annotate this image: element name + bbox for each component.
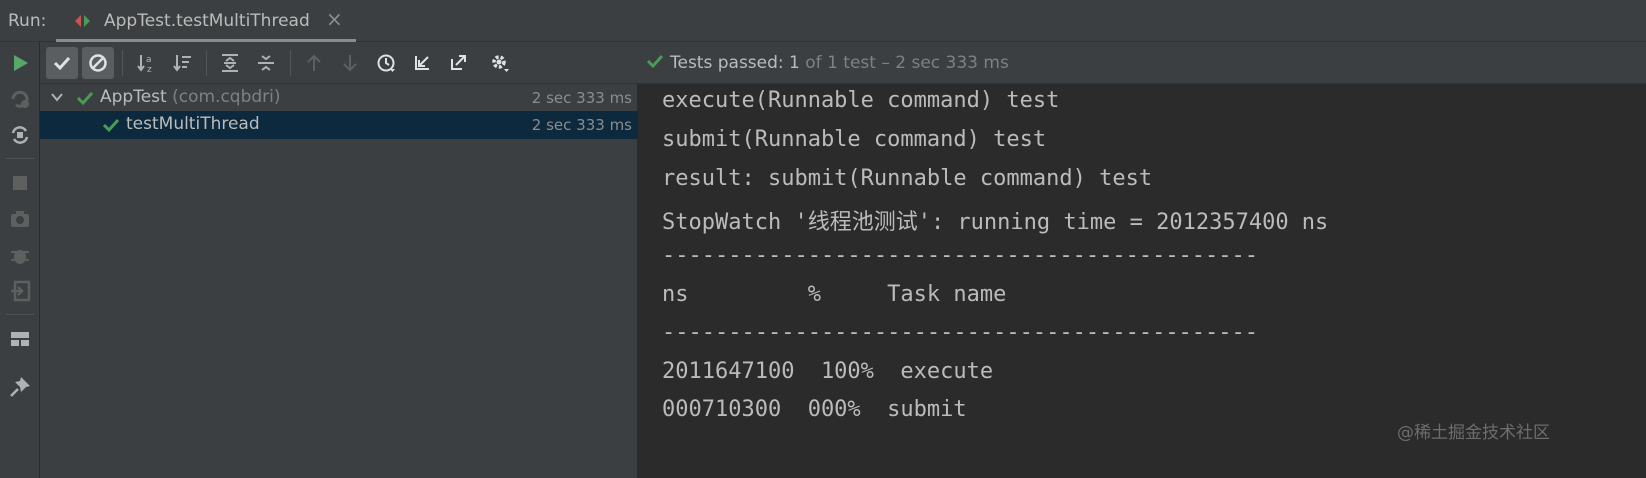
expand-all-icon	[222, 54, 238, 72]
console-line: result: submit(Runnable command) test	[662, 166, 1153, 191]
tree-node-name: testMultiThread	[126, 114, 260, 134]
tree-node-name: AppTest (com.cqbdri)	[100, 87, 281, 107]
run-tab[interactable]: AppTest.testMultiThread ×	[56, 0, 356, 42]
test-history-icon	[377, 54, 395, 72]
show-passed-button[interactable]	[46, 47, 78, 79]
console-line: ----------------------------------------…	[662, 320, 1259, 345]
export-results-icon	[451, 55, 466, 70]
show-ignored-button[interactable]	[82, 47, 114, 79]
tests-passed-check-icon	[646, 54, 664, 69]
chevron-down-icon[interactable]	[50, 90, 64, 104]
status-count: 1	[789, 53, 800, 73]
tree-row-test-method[interactable]: testMultiThread 2 sec 333 ms	[40, 111, 638, 139]
collapse-all-icon	[258, 55, 274, 71]
debug-icon[interactable]	[7, 242, 33, 268]
previous-failed-button[interactable]	[298, 47, 330, 79]
stop-icon[interactable]	[7, 170, 33, 196]
test-run-config-icon	[75, 15, 90, 27]
settings-icon	[492, 55, 509, 72]
passed-check-icon	[76, 91, 94, 106]
export-results-button[interactable]	[442, 47, 474, 79]
run-tab-title: AppTest.testMultiThread	[104, 11, 310, 31]
test-tree: AppTest (com.cqbdri) 2 sec 333 ms testMu…	[40, 84, 638, 478]
tree-node-time: 2 sec 333 ms	[531, 116, 632, 134]
console-line: 000710300 000% submit	[662, 397, 967, 422]
toolbar-separator	[206, 50, 207, 76]
collapse-all-button[interactable]	[250, 47, 282, 79]
status-prefix: Tests passed:	[670, 53, 790, 73]
package-name: (com.cqbdri)	[172, 87, 281, 107]
rerun-icon[interactable]	[7, 50, 33, 76]
watermark: @稀土掘金技术社区	[1397, 423, 1550, 443]
previous-failed-icon	[307, 54, 321, 71]
svg-text:z: z	[147, 65, 152, 73]
show-ignored-icon	[89, 54, 107, 72]
tree-node-time: 2 sec 333 ms	[531, 89, 632, 107]
run-tool-strip	[0, 42, 40, 478]
next-failed-button[interactable]	[334, 47, 366, 79]
pin-icon[interactable]	[7, 374, 33, 400]
console-line: ns % Task name	[662, 282, 1007, 307]
sort-by-duration-icon	[173, 55, 191, 72]
tree-row-root[interactable]: AppTest (com.cqbdri) 2 sec 333 ms	[40, 84, 638, 112]
passed-check-icon	[102, 118, 120, 133]
svg-text:a: a	[146, 55, 152, 65]
sort-alphabetically-icon: a z	[137, 55, 152, 73]
toolbar-separator	[122, 50, 123, 76]
strip-separator	[6, 158, 34, 159]
layout-icon[interactable]	[7, 326, 33, 352]
class-name: AppTest	[100, 87, 167, 107]
sort-by-duration-button[interactable]	[166, 47, 198, 79]
sort-alphabetically-button[interactable]: a z	[130, 47, 162, 79]
run-tab-bar: Run: AppTest.testMultiThread ×	[0, 0, 1646, 42]
next-failed-icon	[343, 55, 357, 72]
console-line: execute(Runnable command) test	[662, 88, 1060, 113]
close-tab-icon[interactable]: ×	[326, 9, 343, 29]
expand-all-button[interactable]	[214, 47, 246, 79]
rerun-failed-icon[interactable]	[7, 86, 33, 112]
import-tests-icon	[415, 56, 429, 70]
console-line: ----------------------------------------…	[662, 243, 1259, 268]
test-status: Tests passed: 1 of 1 test – 2 sec 333 ms	[646, 52, 1009, 73]
strip-separator	[6, 314, 34, 315]
status-suffix: of 1 test – 2 sec 333 ms	[799, 53, 1009, 73]
console-line: StopWatch '线程池测试': running time = 201235…	[662, 210, 1329, 235]
test-history-button[interactable]	[370, 47, 402, 79]
toggle-auto-test-icon[interactable]	[7, 122, 33, 148]
toolbar-separator	[290, 50, 291, 76]
console-line: submit(Runnable command) test	[662, 127, 1047, 152]
import-tests-button[interactable]	[406, 47, 438, 79]
show-passed-icon	[53, 56, 71, 71]
console-line: 2011647100 100% execute	[662, 359, 994, 384]
exit-icon[interactable]	[7, 278, 33, 304]
settings-button[interactable]	[484, 47, 516, 79]
camera-icon[interactable]	[7, 206, 33, 232]
run-label: Run:	[8, 11, 47, 31]
test-toolbar: a z Tests passed: 1 of 1 test – 2 sec 33…	[40, 42, 1646, 84]
